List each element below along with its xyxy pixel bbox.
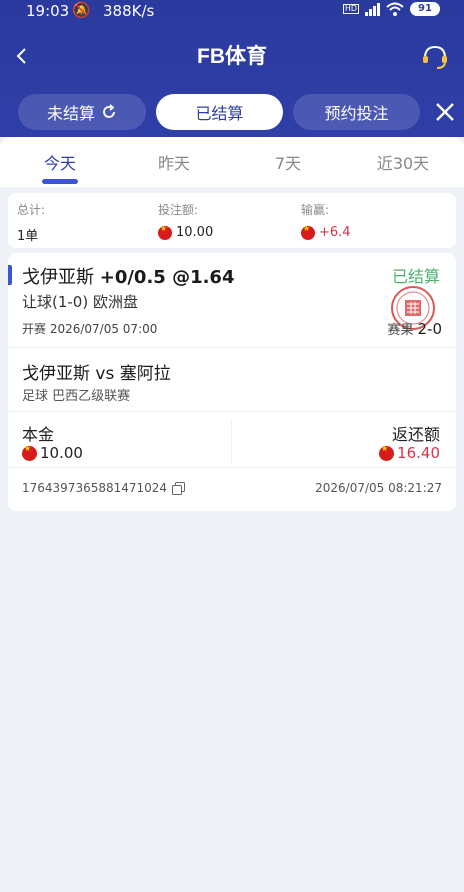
stake-value-row: 10.00 xyxy=(158,224,214,240)
status-icons: HD 91 xyxy=(342,2,440,16)
card-divider xyxy=(8,347,456,348)
segment-unsettled[interactable]: 未结算 xyxy=(18,94,146,130)
cny-flag-icon xyxy=(158,224,172,240)
return-label: 返还额 xyxy=(391,425,440,444)
segment-reserved-bets[interactable]: 预约投注 xyxy=(293,94,420,130)
principal-value-row: 10.00 xyxy=(22,444,83,462)
app-header: 19:03 🔕 388K/s HD 91 FB体育 未结算 已结算 预约投注 xyxy=(0,0,464,137)
segment-reserved-label: 预约投注 xyxy=(324,104,389,123)
segment-unsettled-label: 未结算 xyxy=(46,104,95,123)
tab-today[interactable]: 今天 xyxy=(2,150,118,174)
bet-card[interactable]: 戈伊亚斯 +0/0.5 @1.64 已结算 让球(1-0) 欧洲盘 开赛 202… xyxy=(8,253,456,511)
status-bar: 19:03 🔕 388K/s HD 91 xyxy=(0,0,464,22)
kickoff-time: 开赛 2026/07/05 07:00 xyxy=(22,322,158,336)
bet-market: 让球(1-0) 欧洲盘 xyxy=(22,293,138,311)
win-value: +6.4 xyxy=(319,225,351,240)
principal-label: 本金 xyxy=(22,425,55,444)
bet-handicap-odds: +0/0.5 @1.64 xyxy=(99,267,235,288)
total-label: 总计: xyxy=(17,203,46,217)
tab-yesterday[interactable]: 昨天 xyxy=(116,150,232,174)
signal-icon xyxy=(365,2,380,16)
stake-value: 10.00 xyxy=(176,225,214,240)
match-result: 赛果 2-0 xyxy=(387,319,442,338)
cny-flag-icon xyxy=(379,444,395,461)
card-accent-bar xyxy=(8,265,12,285)
summary-panel: 总计: 1单 投注额: 10.00 输赢: +6.4 xyxy=(8,193,456,248)
principal-value: 10.00 xyxy=(40,444,83,462)
tab-7-days[interactable]: 7天 xyxy=(230,150,346,174)
summary-stake: 投注额: 10.00 xyxy=(158,201,213,240)
active-tab-indicator xyxy=(42,179,78,184)
stake-label: 投注额: xyxy=(158,203,199,217)
copy-icon[interactable] xyxy=(172,481,186,495)
bet-status: 已结算 xyxy=(391,267,440,286)
close-button[interactable] xyxy=(432,99,458,125)
hd-badge: HD xyxy=(342,4,359,14)
summary-total: 总计: 1单 xyxy=(17,201,45,244)
order-time: 2026/07/05 08:21:27 xyxy=(315,481,442,495)
win-label: 输赢: xyxy=(301,203,330,217)
card-divider xyxy=(8,467,456,468)
order-id-row: 1764397365881471024 xyxy=(22,481,186,495)
result-label: 赛果 xyxy=(387,323,414,338)
total-value: 1单 xyxy=(17,229,39,244)
mute-bell-icon: 🔕 xyxy=(72,1,91,19)
league-name: 足球 巴西乙级联赛 xyxy=(22,389,131,404)
headset-icon xyxy=(423,45,447,69)
card-divider xyxy=(8,411,456,412)
bet-team: 戈伊亚斯 xyxy=(22,267,94,288)
battery-icon: 91 xyxy=(410,2,440,16)
refresh-icon[interactable] xyxy=(101,104,117,120)
segment-settled-label: 已结算 xyxy=(195,104,244,123)
result-score: 2-0 xyxy=(417,320,443,338)
tab-30-days[interactable]: 近30天 xyxy=(345,150,461,174)
summary-win: 输赢: +6.4 xyxy=(301,201,351,240)
win-value-row: +6.4 xyxy=(301,224,351,240)
return-value: 16.40 xyxy=(397,444,440,462)
page-title: FB体育 xyxy=(197,45,267,68)
return-value-row: 16.40 xyxy=(379,444,440,462)
customer-service-button[interactable] xyxy=(420,43,450,71)
vertical-divider xyxy=(231,419,232,463)
cny-flag-icon xyxy=(301,224,315,240)
network-speed: 388K/s xyxy=(103,2,155,20)
order-id: 1764397365881471024 xyxy=(22,481,168,495)
cny-flag-icon xyxy=(22,444,37,461)
wifi-icon xyxy=(386,2,404,16)
bet-selection: 戈伊亚斯 +0/0.5 @1.64 xyxy=(22,263,234,289)
close-icon xyxy=(436,103,454,121)
segment-settled[interactable]: 已结算 xyxy=(156,94,283,130)
settlement-segment-control: 未结算 已结算 预约投注 xyxy=(0,94,464,130)
match-teams: 戈伊亚斯 vs 塞阿拉 xyxy=(22,364,171,384)
status-time: 19:03 xyxy=(26,2,70,20)
